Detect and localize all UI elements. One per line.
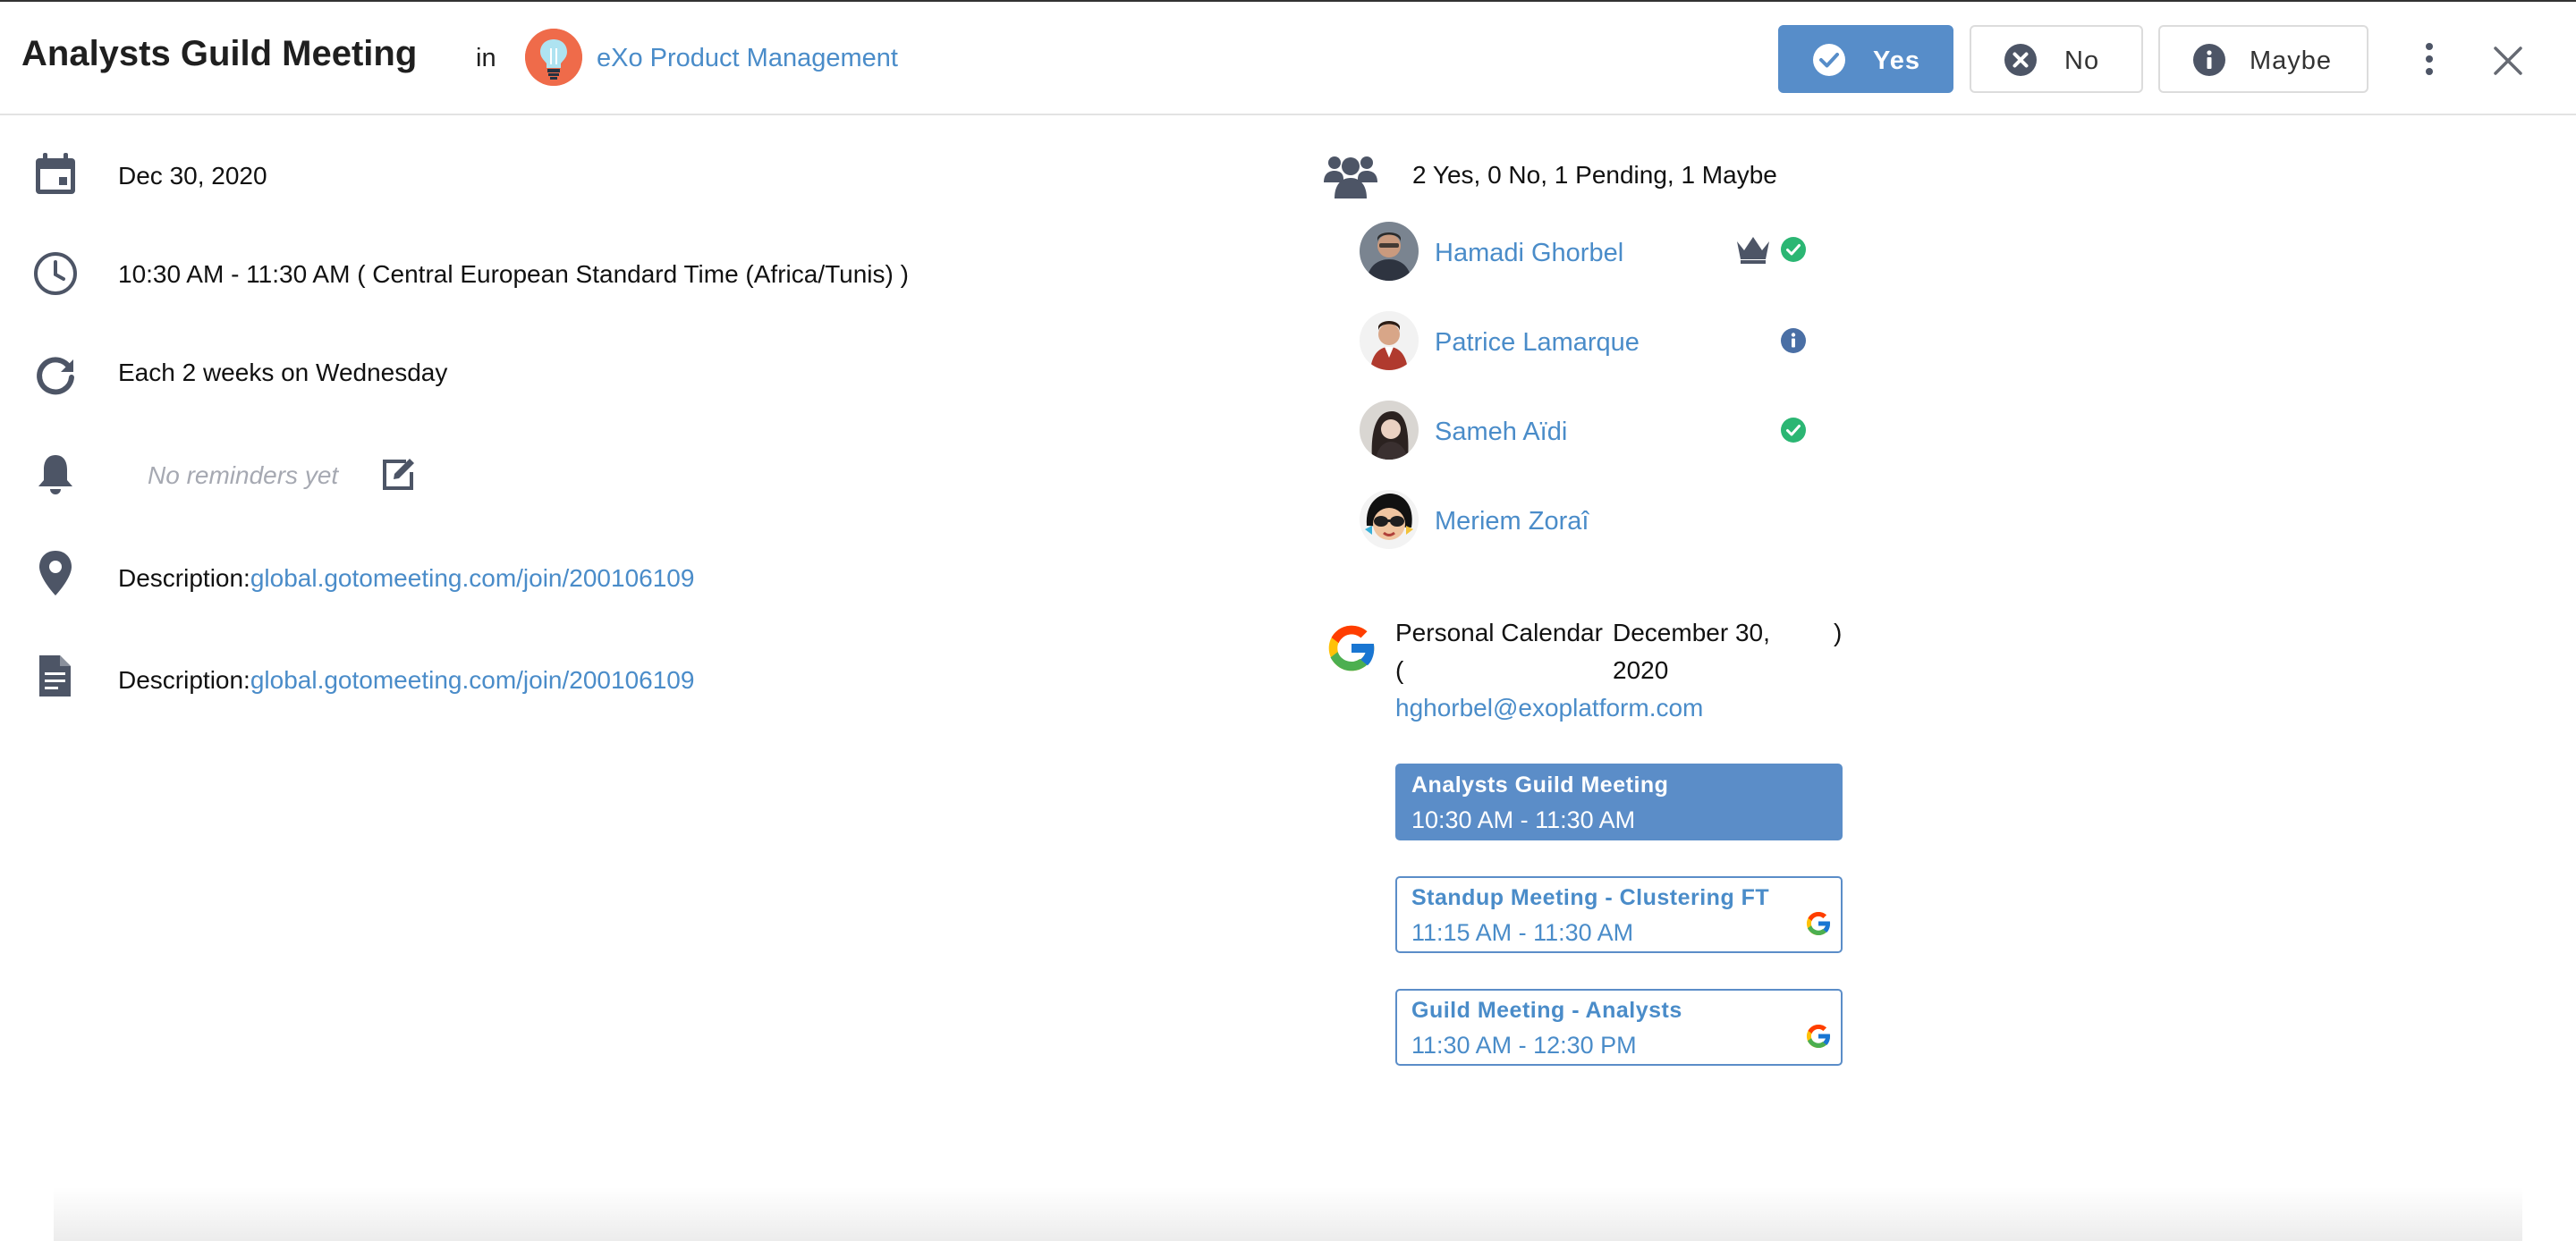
avatar-sameh[interactable] (1360, 401, 1419, 460)
more-options-icon[interactable] (2415, 38, 2444, 80)
event-item-time: 11:30 AM - 12:30 PM (1411, 1032, 1637, 1059)
edit-reminders-icon[interactable] (379, 456, 417, 494)
info-circle-icon (2193, 44, 2225, 76)
description-row: Description:global.gotomeeting.com/join/… (118, 666, 694, 695)
calendar-event[interactable]: Standup Meeting - Clustering FT 11:15 AM… (1395, 876, 1843, 953)
no-reminders-text: No reminders yet (148, 461, 339, 489)
rsvp-yes-button[interactable]: Yes (1778, 25, 1953, 93)
space-avatar[interactable] (525, 29, 582, 86)
avatar-meriem[interactable] (1360, 490, 1419, 549)
rsvp-no-button[interactable]: No (1970, 25, 2143, 93)
event-details-dialog: Analysts Guild Meeting in eXo Product Ma… (0, 0, 2576, 1241)
calendar-date-line2: 2020 (1613, 656, 1669, 684)
calendar-event[interactable]: Guild Meeting - Analysts 11:30 AM - 12:3… (1395, 989, 1843, 1066)
calendar-email-link[interactable]: hghorbel@exoplatform.com (1395, 694, 1703, 722)
crown-icon (1737, 237, 1769, 264)
attendance-summary: 2 Yes, 0 No, 1 Pending, 1 Maybe (1412, 161, 1777, 189)
personal-calendar-label: Personal Calendar (1395, 619, 1603, 646)
x-circle-icon (2004, 44, 2037, 76)
location-row: Description:global.gotomeeting.com/join/… (118, 564, 694, 593)
document-icon (39, 655, 71, 696)
check-circle-icon (1781, 237, 1806, 262)
check-circle-icon (1813, 44, 1845, 76)
attendee-name[interactable]: Sameh Aïdi (1435, 418, 1567, 447)
description-link[interactable]: global.gotomeeting.com/join/200106109 (250, 666, 695, 694)
clock-icon (34, 252, 77, 295)
location-link[interactable]: global.gotomeeting.com/join/200106109 (250, 564, 695, 592)
calendar-event-current[interactable]: Analysts Guild Meeting 10:30 AM - 11:30 … (1395, 764, 1843, 840)
google-icon (1328, 625, 1376, 671)
close-icon[interactable] (2488, 41, 2528, 80)
event-item-title: Analysts Guild Meeting (1411, 772, 1669, 798)
dialog-header: Analysts Guild Meeting in eXo Product Ma… (0, 2, 2576, 115)
location-label: Description: (118, 564, 250, 592)
event-item-time: 10:30 AM - 11:30 AM (1411, 806, 1636, 833)
in-label: in (476, 44, 496, 72)
info-circle-icon (1781, 328, 1806, 353)
map-pin-icon (39, 551, 72, 595)
event-recurrence: Each 2 weeks on Wednesday (118, 359, 448, 386)
description-label: Description: (118, 666, 250, 694)
calendar-date-line1: December 30, (1613, 619, 1770, 646)
attendee-name[interactable]: Hamadi Ghorbel (1435, 239, 1623, 268)
google-icon (1806, 911, 1831, 936)
paren-open: ( (1395, 656, 1404, 684)
attendee-name[interactable]: Patrice Lamarque (1435, 328, 1640, 358)
avatar-hamadi[interactable] (1360, 222, 1419, 281)
check-circle-icon (1781, 418, 1806, 443)
calendar-icon (36, 153, 75, 194)
users-icon (1324, 156, 1377, 198)
rsvp-maybe-label: Maybe (2250, 46, 2333, 75)
rsvp-maybe-button[interactable]: Maybe (2158, 25, 2368, 93)
event-item-title: Standup Meeting - Clustering FT (1411, 885, 1770, 910)
attendee-name[interactable]: Meriem Zoraî (1435, 507, 1589, 536)
event-item-time: 11:15 AM - 11:30 AM (1411, 919, 1634, 946)
google-icon (1806, 1024, 1831, 1049)
space-link[interactable]: eXo Product Management (597, 44, 898, 73)
bottom-shadow (54, 1187, 2522, 1241)
event-item-title: Guild Meeting - Analysts (1411, 998, 1682, 1023)
refresh-icon (37, 357, 74, 395)
bell-icon (38, 455, 72, 494)
paren-close: ) (1834, 619, 1843, 646)
event-title: Analysts Guild Meeting (21, 34, 418, 73)
event-time: 10:30 AM - 11:30 AM ( Central European S… (118, 260, 909, 288)
avatar-patrice[interactable] (1360, 311, 1419, 370)
event-date: Dec 30, 2020 (118, 162, 267, 190)
rsvp-yes-label: Yes (1873, 46, 1920, 75)
rsvp-no-label: No (2064, 46, 2100, 75)
